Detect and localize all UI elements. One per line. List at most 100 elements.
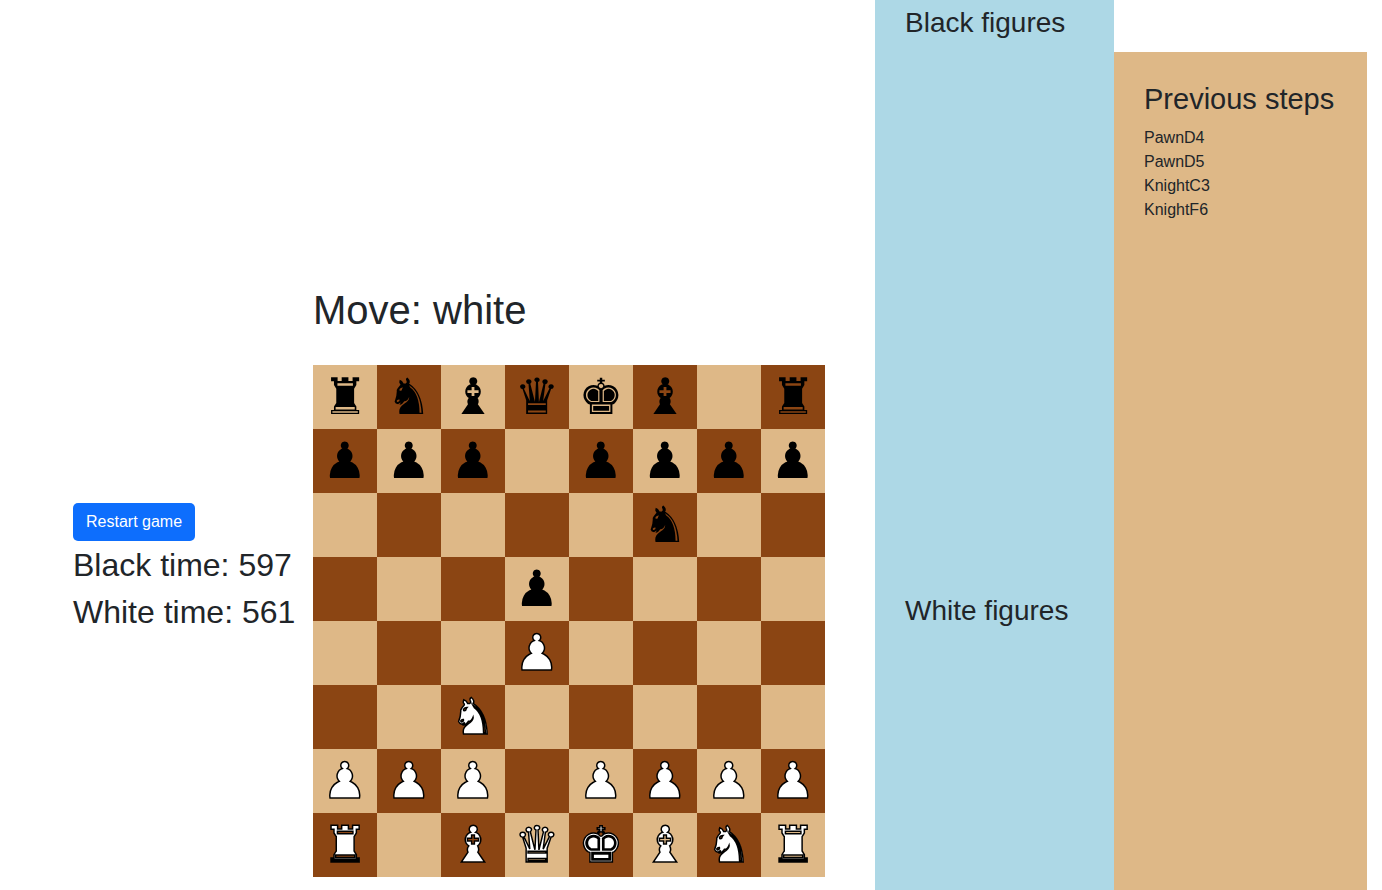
history-title: Previous steps: [1144, 80, 1367, 118]
chess-piece[interactable]: ♟: [387, 436, 432, 486]
board-square[interactable]: ♝: [633, 365, 697, 429]
board-square[interactable]: [633, 621, 697, 685]
chess-piece[interactable]: ♟: [643, 436, 688, 486]
chess-piece[interactable]: ♟: [451, 756, 496, 806]
chess-piece[interactable]: ♛: [515, 820, 560, 870]
chess-piece[interactable]: ♞: [451, 692, 496, 742]
board-square[interactable]: ♟: [377, 749, 441, 813]
board-square[interactable]: [697, 493, 761, 557]
chess-piece[interactable]: ♟: [707, 436, 752, 486]
board-square[interactable]: [633, 685, 697, 749]
board-square[interactable]: [505, 685, 569, 749]
board-square[interactable]: ♟: [697, 749, 761, 813]
chess-piece[interactable]: ♞: [707, 820, 752, 870]
chess-piece[interactable]: ♟: [323, 436, 368, 486]
chess-piece[interactable]: ♝: [451, 372, 496, 422]
chess-piece[interactable]: ♟: [707, 756, 752, 806]
chess-piece[interactable]: ♚: [579, 372, 624, 422]
board-square[interactable]: ♜: [761, 813, 825, 877]
board-square[interactable]: [313, 493, 377, 557]
board-square[interactable]: ♜: [761, 365, 825, 429]
chess-piece[interactable]: ♟: [323, 756, 368, 806]
chess-piece[interactable]: ♜: [323, 820, 368, 870]
board-square[interactable]: ♜: [313, 813, 377, 877]
board-square[interactable]: [441, 493, 505, 557]
chess-piece[interactable]: ♟: [451, 436, 496, 486]
board-square[interactable]: [761, 621, 825, 685]
chess-piece[interactable]: ♟: [643, 756, 688, 806]
board-square[interactable]: ♝: [441, 365, 505, 429]
board-square[interactable]: ♟: [505, 557, 569, 621]
board-square[interactable]: ♟: [441, 429, 505, 493]
board-square[interactable]: [761, 493, 825, 557]
board-square[interactable]: ♟: [633, 749, 697, 813]
board-square[interactable]: ♞: [633, 493, 697, 557]
board-square[interactable]: ♟: [505, 621, 569, 685]
chess-piece[interactable]: ♟: [579, 756, 624, 806]
board-square[interactable]: [505, 749, 569, 813]
board-square[interactable]: [761, 557, 825, 621]
chess-piece[interactable]: ♝: [451, 820, 496, 870]
chess-piece[interactable]: ♟: [771, 756, 816, 806]
board-square[interactable]: [377, 621, 441, 685]
board-square[interactable]: ♞: [697, 813, 761, 877]
board-square[interactable]: [569, 493, 633, 557]
chess-piece[interactable]: ♜: [771, 372, 816, 422]
board-square[interactable]: [377, 493, 441, 557]
chess-piece[interactable]: ♟: [387, 756, 432, 806]
chess-piece[interactable]: ♜: [323, 372, 368, 422]
board-square[interactable]: [633, 557, 697, 621]
board-square[interactable]: [697, 621, 761, 685]
board-square[interactable]: [377, 685, 441, 749]
game-area: Move: white♜♞♝♛♚♝♜♟♟♟♟♟♟♟♞♟♟♞♟♟♟♟♟♟♟♜♝♛♚…: [313, 0, 825, 890]
board-square[interactable]: ♝: [633, 813, 697, 877]
board-square[interactable]: ♟: [697, 429, 761, 493]
chess-piece[interactable]: ♟: [515, 564, 560, 614]
board-square[interactable]: ♟: [313, 749, 377, 813]
board-square[interactable]: [569, 685, 633, 749]
chess-piece[interactable]: ♚: [579, 820, 624, 870]
board-square[interactable]: [761, 685, 825, 749]
board-square[interactable]: [313, 621, 377, 685]
board-square[interactable]: ♟: [313, 429, 377, 493]
chess-piece[interactable]: ♟: [771, 436, 816, 486]
board-square[interactable]: [441, 621, 505, 685]
chess-piece[interactable]: ♝: [643, 372, 688, 422]
board-square[interactable]: [377, 557, 441, 621]
board-square[interactable]: ♟: [377, 429, 441, 493]
board-square[interactable]: [697, 685, 761, 749]
board-square[interactable]: [569, 557, 633, 621]
board-square[interactable]: ♜: [313, 365, 377, 429]
board-square[interactable]: ♚: [569, 365, 633, 429]
chess-piece[interactable]: ♟: [515, 628, 560, 678]
chess-piece[interactable]: ♛: [515, 372, 560, 422]
board-square[interactable]: [505, 493, 569, 557]
board-square[interactable]: [697, 557, 761, 621]
restart-button[interactable]: Restart game: [73, 503, 195, 541]
board-square[interactable]: ♞: [377, 365, 441, 429]
board-square[interactable]: ♞: [441, 685, 505, 749]
board-square[interactable]: [569, 621, 633, 685]
chess-piece[interactable]: ♟: [579, 436, 624, 486]
chess-piece[interactable]: ♜: [771, 820, 816, 870]
board-square[interactable]: ♚: [569, 813, 633, 877]
board-square[interactable]: ♝: [441, 813, 505, 877]
chess-piece[interactable]: ♞: [387, 372, 432, 422]
timer: Black time: 597: [73, 542, 292, 588]
board-square[interactable]: ♟: [569, 429, 633, 493]
chess-piece[interactable]: ♞: [643, 500, 688, 550]
board-square[interactable]: [313, 557, 377, 621]
board-square[interactable]: [313, 685, 377, 749]
board-square[interactable]: [441, 557, 505, 621]
board-square[interactable]: [377, 813, 441, 877]
chess-piece[interactable]: ♝: [643, 820, 688, 870]
board-square[interactable]: ♛: [505, 813, 569, 877]
board-square[interactable]: [697, 365, 761, 429]
board-square[interactable]: ♟: [441, 749, 505, 813]
board-square[interactable]: ♟: [569, 749, 633, 813]
board-square[interactable]: ♟: [633, 429, 697, 493]
board-square[interactable]: ♟: [761, 749, 825, 813]
board-square[interactable]: [505, 429, 569, 493]
board-square[interactable]: ♛: [505, 365, 569, 429]
board-square[interactable]: ♟: [761, 429, 825, 493]
